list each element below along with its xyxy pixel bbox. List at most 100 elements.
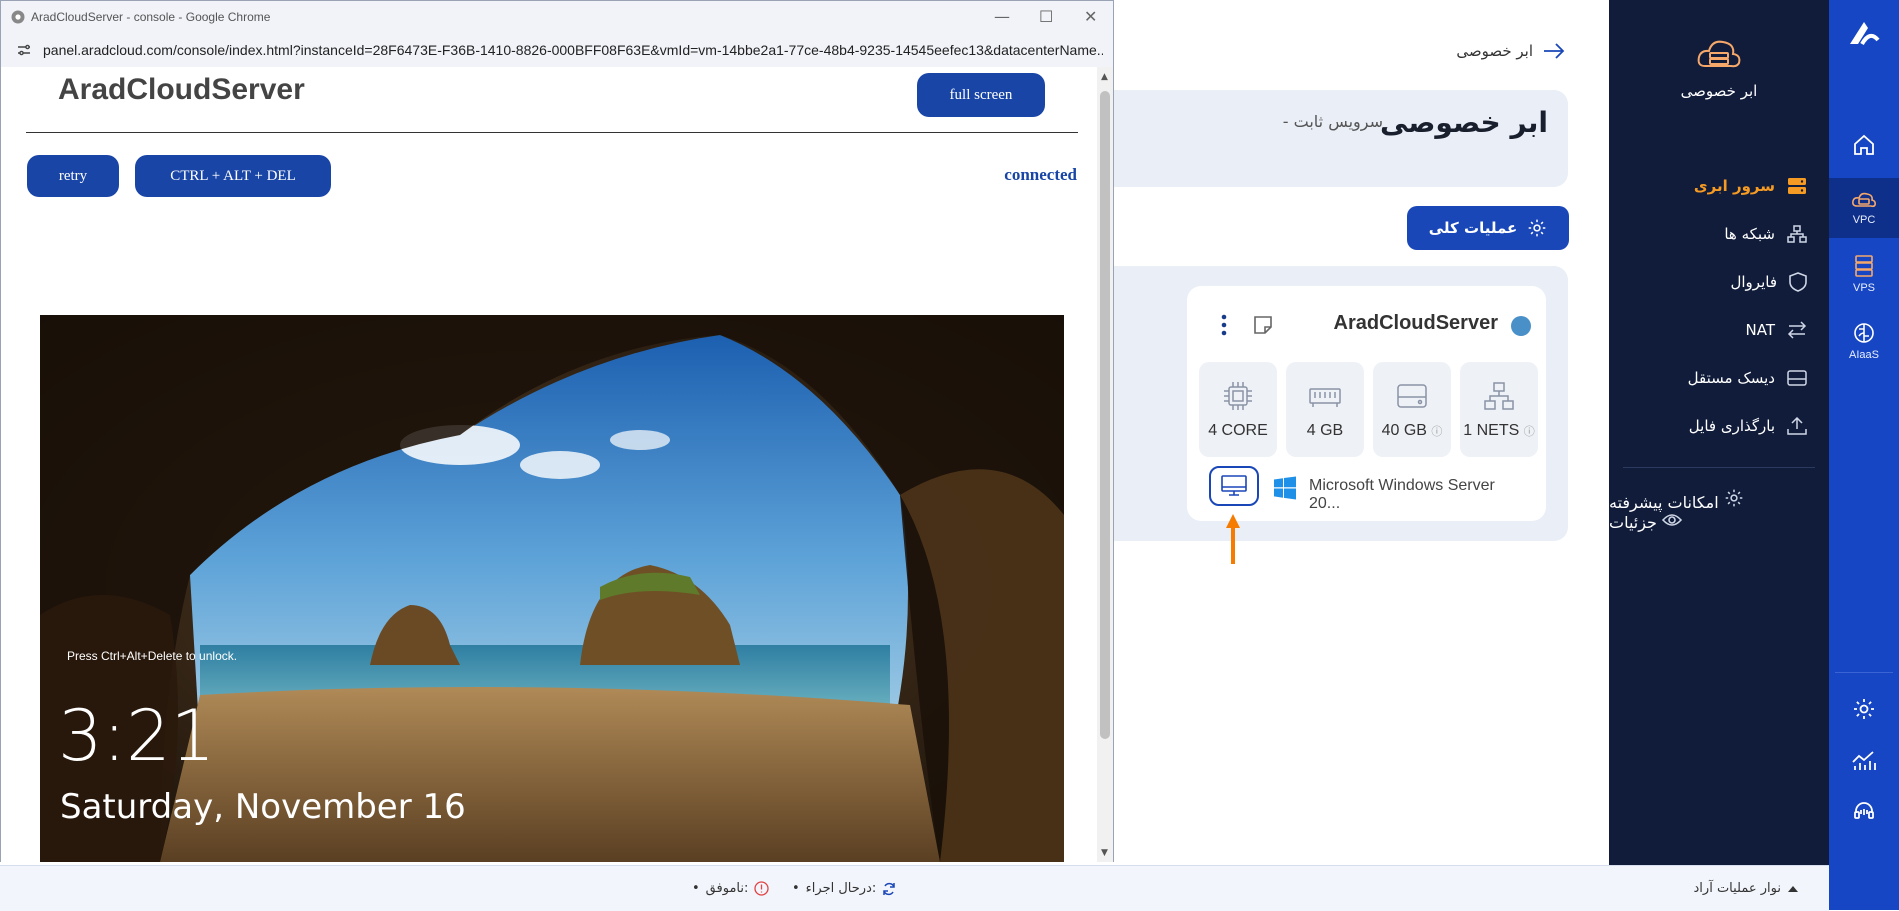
breadcrumb[interactable]: ابر خصوصی	[1440, 42, 1565, 60]
sidebar-item-details[interactable]: جزئیات	[1609, 512, 1829, 532]
rail-item-label: AIaaS	[1849, 349, 1879, 361]
url-text[interactable]: panel.aradcloud.com/console/index.html?i…	[43, 42, 1103, 58]
spec-value: 4 GB	[1306, 422, 1344, 439]
sidebar-item-label: NAT	[1745, 321, 1775, 339]
breadcrumb-label: ابر خصوصی	[1456, 42, 1533, 60]
gear-icon	[1854, 699, 1874, 719]
remote-lock-screen[interactable]: Press Ctrl+Alt+Delete to unlock. 3:21 Sa…	[40, 315, 1064, 862]
window-titlebar[interactable]: AradCloudServer - console - Google Chrom…	[1, 1, 1113, 33]
sidebar-item-nat[interactable]: NAT	[1609, 306, 1829, 354]
shield-icon	[1789, 272, 1807, 292]
sidebar-item-label: فایروال	[1730, 273, 1777, 291]
scroll-down-icon[interactable]: ▼	[1101, 848, 1108, 858]
rail-item-analytics[interactable]	[1829, 746, 1899, 776]
rail-item-settings[interactable]	[1829, 694, 1899, 724]
arrow-right-icon[interactable]	[1543, 43, 1565, 59]
address-bar[interactable]: panel.aradcloud.com/console/index.html?i…	[1, 33, 1113, 68]
eye-icon	[1661, 514, 1683, 526]
info-icon[interactable]: ⓘ	[1524, 426, 1535, 438]
rail-item-home[interactable]	[1829, 122, 1899, 168]
sidebar-brand: ابر خصوصی	[1609, 36, 1829, 100]
window-title: AradCloudServer - console - Google Chrom…	[31, 10, 271, 24]
rail-item-aiaas[interactable]: AIaaS	[1829, 316, 1899, 366]
sidebar-item-firewall[interactable]: فایروال	[1609, 258, 1829, 306]
minimize-icon[interactable]: —	[994, 7, 1010, 26]
sidebar-item-label: دیسک مستقل	[1687, 369, 1775, 387]
sidebar-item-networks[interactable]: شبکه ها	[1609, 210, 1829, 258]
retry-button[interactable]: retry	[27, 155, 119, 197]
ctrl-alt-del-button[interactable]: CTRL + ALT + DEL	[135, 155, 331, 197]
sidebar-item-label: امکانات پیشرفته	[1609, 493, 1719, 512]
home-icon	[1854, 134, 1874, 155]
spec-ram: 4 GB	[1286, 362, 1364, 457]
general-operations-button[interactable]: عملیات کلی	[1407, 206, 1569, 250]
icon-rail: VPC VPS AIaaS	[1829, 0, 1899, 910]
info-icon[interactable]: ⓘ	[1431, 426, 1442, 438]
running-label: درحال اجراء:	[805, 881, 877, 896]
windows-logo-icon	[1274, 476, 1296, 500]
rail-divider	[1835, 672, 1893, 673]
page-subtitle: - سرویس ثابت	[1282, 112, 1383, 131]
os-row: Microsoft Windows Server 20...	[1209, 466, 1529, 512]
connection-status: connected	[1004, 165, 1077, 184]
sidebar-item-file-upload[interactable]: بارگذاری فایل	[1609, 402, 1829, 450]
server-card[interactable]: AradCloudServer 4 CORE 4 GB 40 GB ⓘ 1 NE…	[1187, 286, 1546, 521]
scroll-up-icon[interactable]: ▲	[1101, 72, 1108, 82]
full-screen-button[interactable]: full screen	[917, 73, 1045, 117]
site-settings-icon[interactable]	[17, 44, 31, 56]
divider	[26, 132, 1078, 133]
scrollbar[interactable]: ▲ ▼	[1097, 67, 1113, 862]
failed-status: • ناموفق:	[692, 881, 770, 896]
running-status: • درحال اجراء:	[792, 881, 896, 896]
ai-brain-icon	[1854, 323, 1874, 343]
sidebar-item-standalone-disk[interactable]: دیسک مستقل	[1609, 354, 1829, 402]
server-name: AradCloudServer	[1333, 312, 1499, 334]
chrome-icon	[11, 10, 25, 24]
scrollbar-thumb[interactable]	[1100, 91, 1110, 739]
rail-item-vpc[interactable]: VPC	[1829, 178, 1899, 238]
maximize-icon[interactable]: ☐	[1039, 7, 1053, 26]
spec-value: 4 CORE	[1208, 422, 1268, 439]
console-popup-window[interactable]: AradCloudServer - console - Google Chrom…	[0, 0, 1114, 862]
running-count: •	[792, 881, 800, 896]
ram-icon	[1309, 388, 1341, 407]
error-icon	[754, 881, 770, 896]
sidebar-item-label: شبکه ها	[1724, 225, 1775, 243]
rail-item-support[interactable]	[1829, 796, 1899, 826]
cpu-icon	[1224, 382, 1252, 410]
operations-bar-toggle[interactable]: نوار عملیات آراد	[1694, 881, 1799, 896]
failed-count: •	[692, 881, 700, 896]
disk-icon	[1787, 370, 1807, 386]
lock-screen-wallpaper	[40, 315, 1064, 862]
close-icon[interactable]: ✕	[1084, 7, 1097, 26]
note-icon[interactable]	[1252, 314, 1274, 336]
rail-item-label: VPS	[1852, 282, 1875, 294]
sidebar-item-label: جزئیات	[1609, 513, 1657, 532]
disk-icon	[1397, 384, 1427, 408]
sidebar-divider	[1623, 467, 1815, 468]
console-button[interactable]	[1209, 466, 1259, 506]
lock-time: 3:21	[58, 695, 216, 777]
sidebar-item-label: بارگذاری فایل	[1688, 417, 1775, 435]
vps-server-icon	[1855, 255, 1873, 277]
gear-icon	[1528, 219, 1546, 237]
rail-item-vps[interactable]: VPS	[1829, 244, 1899, 304]
sidebar-menu: سرور ابری شبکه ها فایروال NAT دیسک مستقل…	[1609, 162, 1829, 450]
sidebar-item-advanced[interactable]: امکانات پیشرفته	[1609, 488, 1829, 512]
spec-network: 1 NETS ⓘ	[1460, 362, 1538, 457]
sidebar-item-cloud-server[interactable]: سرور ابری	[1609, 162, 1829, 210]
page-header: ابر خصوصی - سرویس ثابت	[1095, 90, 1568, 187]
button-label: عملیات کلی	[1428, 219, 1518, 237]
operations-bar: نوار عملیات آراد • درحال اجراء: • ناموفق…	[0, 865, 1829, 911]
page-title: ابر خصوصی	[1380, 106, 1548, 139]
sidebar-secondary-menu: امکانات پیشرفته جزئیات	[1609, 488, 1829, 532]
console-heading: AradCloudServer	[58, 73, 305, 106]
more-options-icon[interactable]	[1221, 314, 1227, 336]
operations-bar-label: نوار عملیات آراد	[1693, 881, 1781, 896]
monitor-icon	[1221, 475, 1247, 496]
spec-value: 40 GB ⓘ	[1381, 422, 1443, 439]
arad-logo-icon[interactable]	[1844, 18, 1884, 50]
spec-cpu: 4 CORE	[1199, 362, 1277, 457]
cloud-server-icon	[1697, 40, 1741, 68]
gear-icon	[1725, 489, 1743, 507]
